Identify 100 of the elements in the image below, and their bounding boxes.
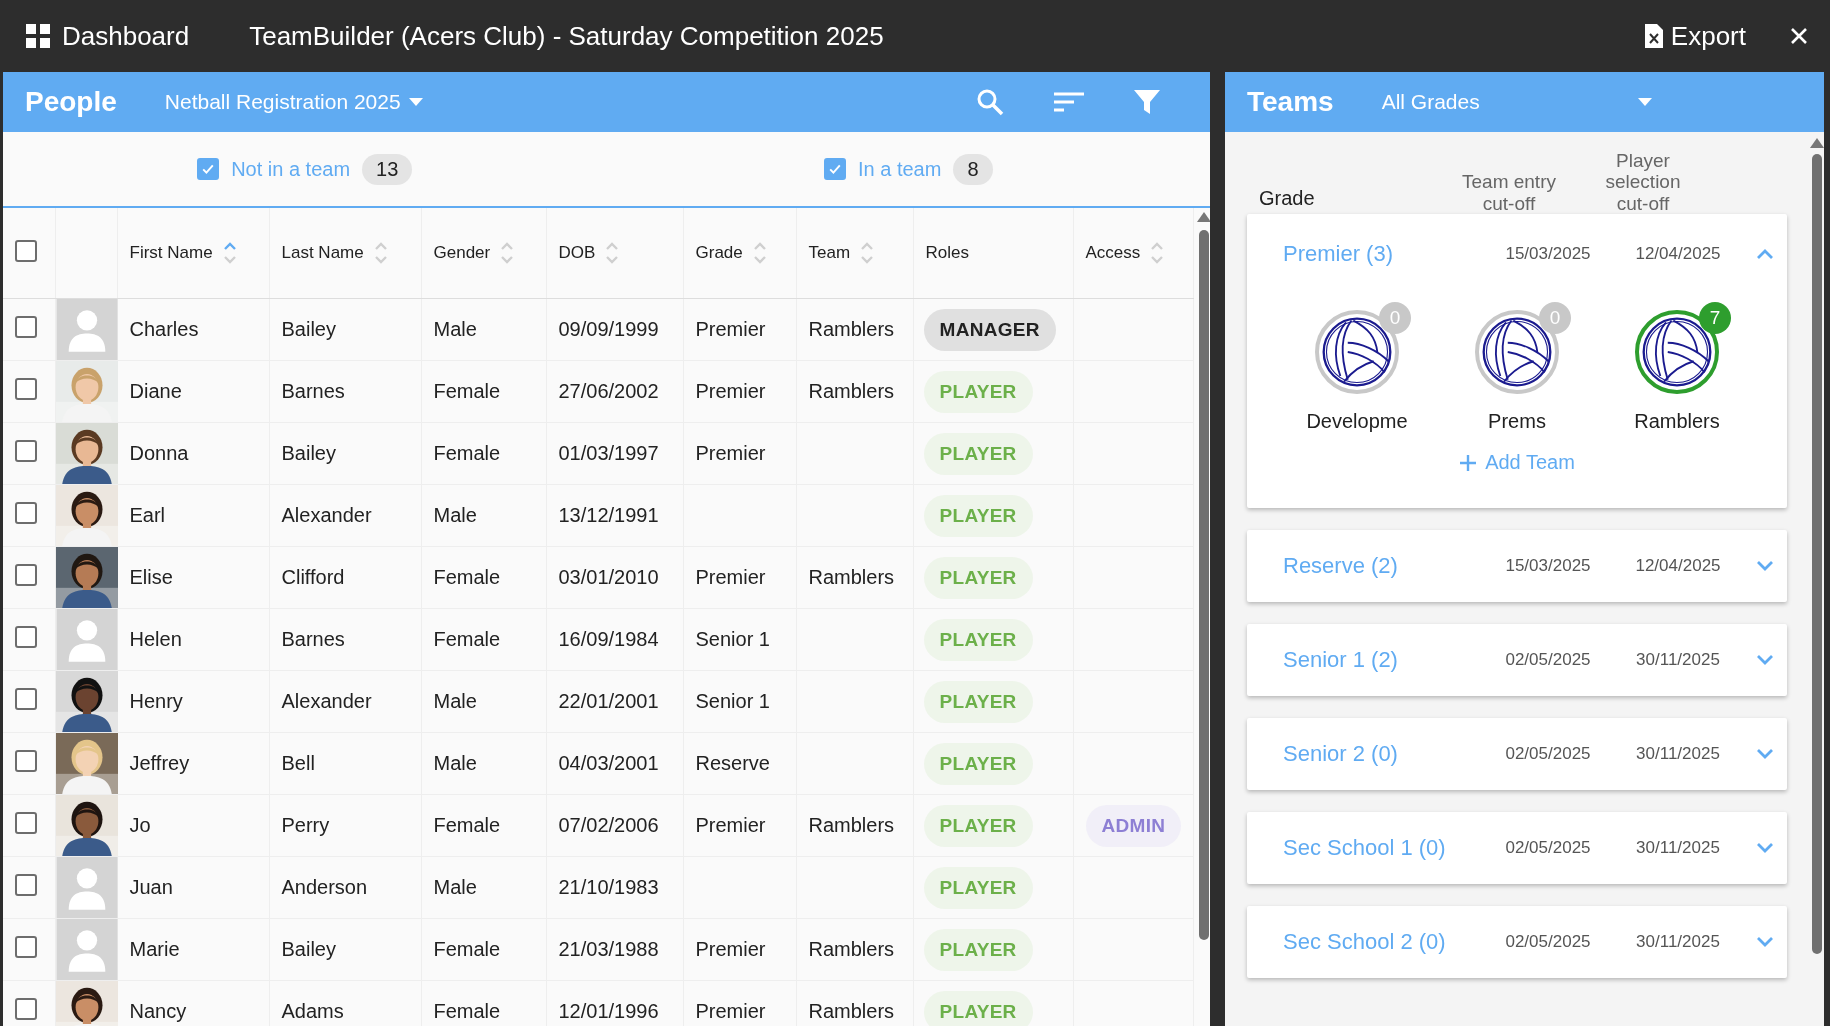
sort-lines-icon[interactable]: [1054, 91, 1084, 113]
column-header[interactable]: First Name: [129, 243, 213, 263]
entry-date: 15/03/2025: [1504, 556, 1592, 577]
team-name: Developme: [1306, 410, 1408, 434]
table-cell: Premier: [695, 442, 766, 464]
count-badge: 8: [953, 153, 993, 185]
export-button[interactable]: Export: [1644, 20, 1746, 52]
table-cell: Jo: [129, 814, 151, 836]
table-cell: Elise: [129, 566, 173, 588]
table-cell: Earl: [129, 504, 166, 526]
table-cell: Ramblers: [808, 318, 895, 340]
expand-chevron-icon[interactable]: [1756, 654, 1774, 667]
checkbox[interactable]: [15, 239, 37, 262]
dashboard-button[interactable]: Dashboard: [26, 20, 190, 52]
column-header[interactable]: Grade: [695, 243, 743, 263]
caret-icon: [408, 98, 423, 106]
column-header[interactable]: DOB: [558, 243, 596, 263]
scrollbar-thumb[interactable]: [1811, 154, 1822, 954]
checkbox[interactable]: [15, 626, 37, 648]
table-cell: Male: [433, 876, 477, 898]
checkbox[interactable]: [15, 564, 37, 586]
team-name: Prems: [1488, 410, 1546, 434]
expand-chevron-icon[interactable]: [1756, 560, 1774, 573]
table-cell: Senior 1: [695, 628, 770, 650]
table-cell: Premier: [695, 1000, 766, 1022]
checkbox[interactable]: [15, 998, 37, 1020]
window-title: TeamBuilder (Acers Club) - Saturday Competition 2025: [249, 20, 885, 52]
column-header: Player selection cut-off: [1604, 150, 1682, 215]
checkbox[interactable]: [15, 688, 37, 710]
table-cell: 21/03/1988: [558, 938, 659, 960]
checkbox[interactable]: [15, 378, 37, 400]
checkbox[interactable]: [15, 502, 37, 524]
scroll-up-icon[interactable]: [1196, 212, 1210, 222]
role-badge: PLAYER: [923, 680, 1033, 723]
expand-chevron-icon[interactable]: [1756, 842, 1774, 855]
scrollbar-thumb[interactable]: [1198, 230, 1209, 940]
table-cell: Bailey: [281, 938, 336, 960]
expand-chevron-icon[interactable]: [1756, 936, 1774, 949]
role-badge: PLAYER: [923, 618, 1033, 661]
checkbox[interactable]: [15, 874, 37, 896]
table-cell: Ramblers: [808, 938, 895, 960]
scroll-up-icon[interactable]: [1809, 138, 1824, 148]
table-cell: Jeffrey: [129, 752, 190, 774]
table-cell: Female: [433, 938, 501, 960]
column-header[interactable]: Team: [808, 243, 851, 263]
table-cell: Female: [433, 566, 501, 588]
table-cell: Ramblers: [808, 814, 895, 836]
table-cell: Bailey: [281, 318, 336, 340]
table-cell: 22/01/2001: [558, 690, 659, 712]
plus-icon: [1459, 453, 1478, 472]
sort-icon[interactable]: [222, 240, 237, 266]
table-cell: Alexander: [281, 690, 372, 712]
checkbox[interactable]: [15, 812, 37, 834]
column-header[interactable]: Roles: [925, 243, 969, 263]
column-header[interactable]: Gender: [433, 243, 491, 263]
close-icon[interactable]: [1790, 27, 1808, 45]
entry-date: 02/05/2025: [1504, 932, 1592, 953]
table-cell: Female: [433, 380, 501, 402]
selection-date: 12/04/2025: [1634, 556, 1722, 577]
checkbox[interactable]: [15, 316, 37, 338]
role-badge: PLAYER: [923, 556, 1033, 599]
table-cell: Donna: [129, 442, 189, 464]
checkbox[interactable]: [824, 158, 846, 180]
table-cell: Premier: [695, 380, 766, 402]
table-cell: 01/03/1997: [558, 442, 659, 464]
column-header[interactable]: Last Name: [281, 243, 364, 263]
selection-date: 12/04/2025: [1634, 244, 1722, 265]
role-badge: PLAYER: [923, 990, 1033, 1026]
filter-icon[interactable]: [1134, 89, 1160, 115]
excel-file-icon: [1644, 24, 1663, 48]
column-header: Grade: [1259, 187, 1316, 212]
team-name: Ramblers: [1634, 410, 1720, 434]
role-badge: MANAGER: [923, 308, 1056, 351]
search-icon[interactable]: [976, 88, 1004, 116]
player-count-badge: 7: [1699, 302, 1731, 335]
checkbox[interactable]: [197, 158, 220, 180]
table-cell: Ramblers: [808, 1000, 895, 1022]
team-tile[interactable]: 7 Ramblers: [1597, 294, 1757, 434]
table-cell: Senior 1: [695, 690, 770, 712]
selection-date: 30/11/2025: [1635, 744, 1721, 765]
table-cell: Diane: [129, 380, 182, 402]
table-cell: Alexander: [281, 504, 372, 526]
table-cell: 09/09/1999: [558, 318, 659, 340]
entry-date: 02/05/2025: [1504, 650, 1592, 671]
checkbox[interactable]: [15, 440, 37, 462]
checkbox[interactable]: [15, 936, 37, 958]
panel-title: Teams: [1247, 86, 1334, 118]
table-cell: Female: [433, 1000, 501, 1022]
column-header[interactable]: Access: [1085, 243, 1141, 263]
role-badge: PLAYER: [923, 866, 1033, 909]
table-cell: Male: [433, 318, 477, 340]
collapse-chevron-icon[interactable]: [1756, 248, 1774, 261]
expand-chevron-icon[interactable]: [1756, 748, 1774, 761]
table-cell: Barnes: [281, 380, 345, 402]
role-badge: PLAYER: [923, 928, 1033, 971]
entry-date: 02/05/2025: [1504, 838, 1592, 859]
checkbox[interactable]: [15, 750, 37, 772]
table-cell: Ramblers: [808, 380, 895, 402]
table-cell: Anderson: [281, 876, 368, 898]
table-cell: Female: [433, 628, 501, 650]
